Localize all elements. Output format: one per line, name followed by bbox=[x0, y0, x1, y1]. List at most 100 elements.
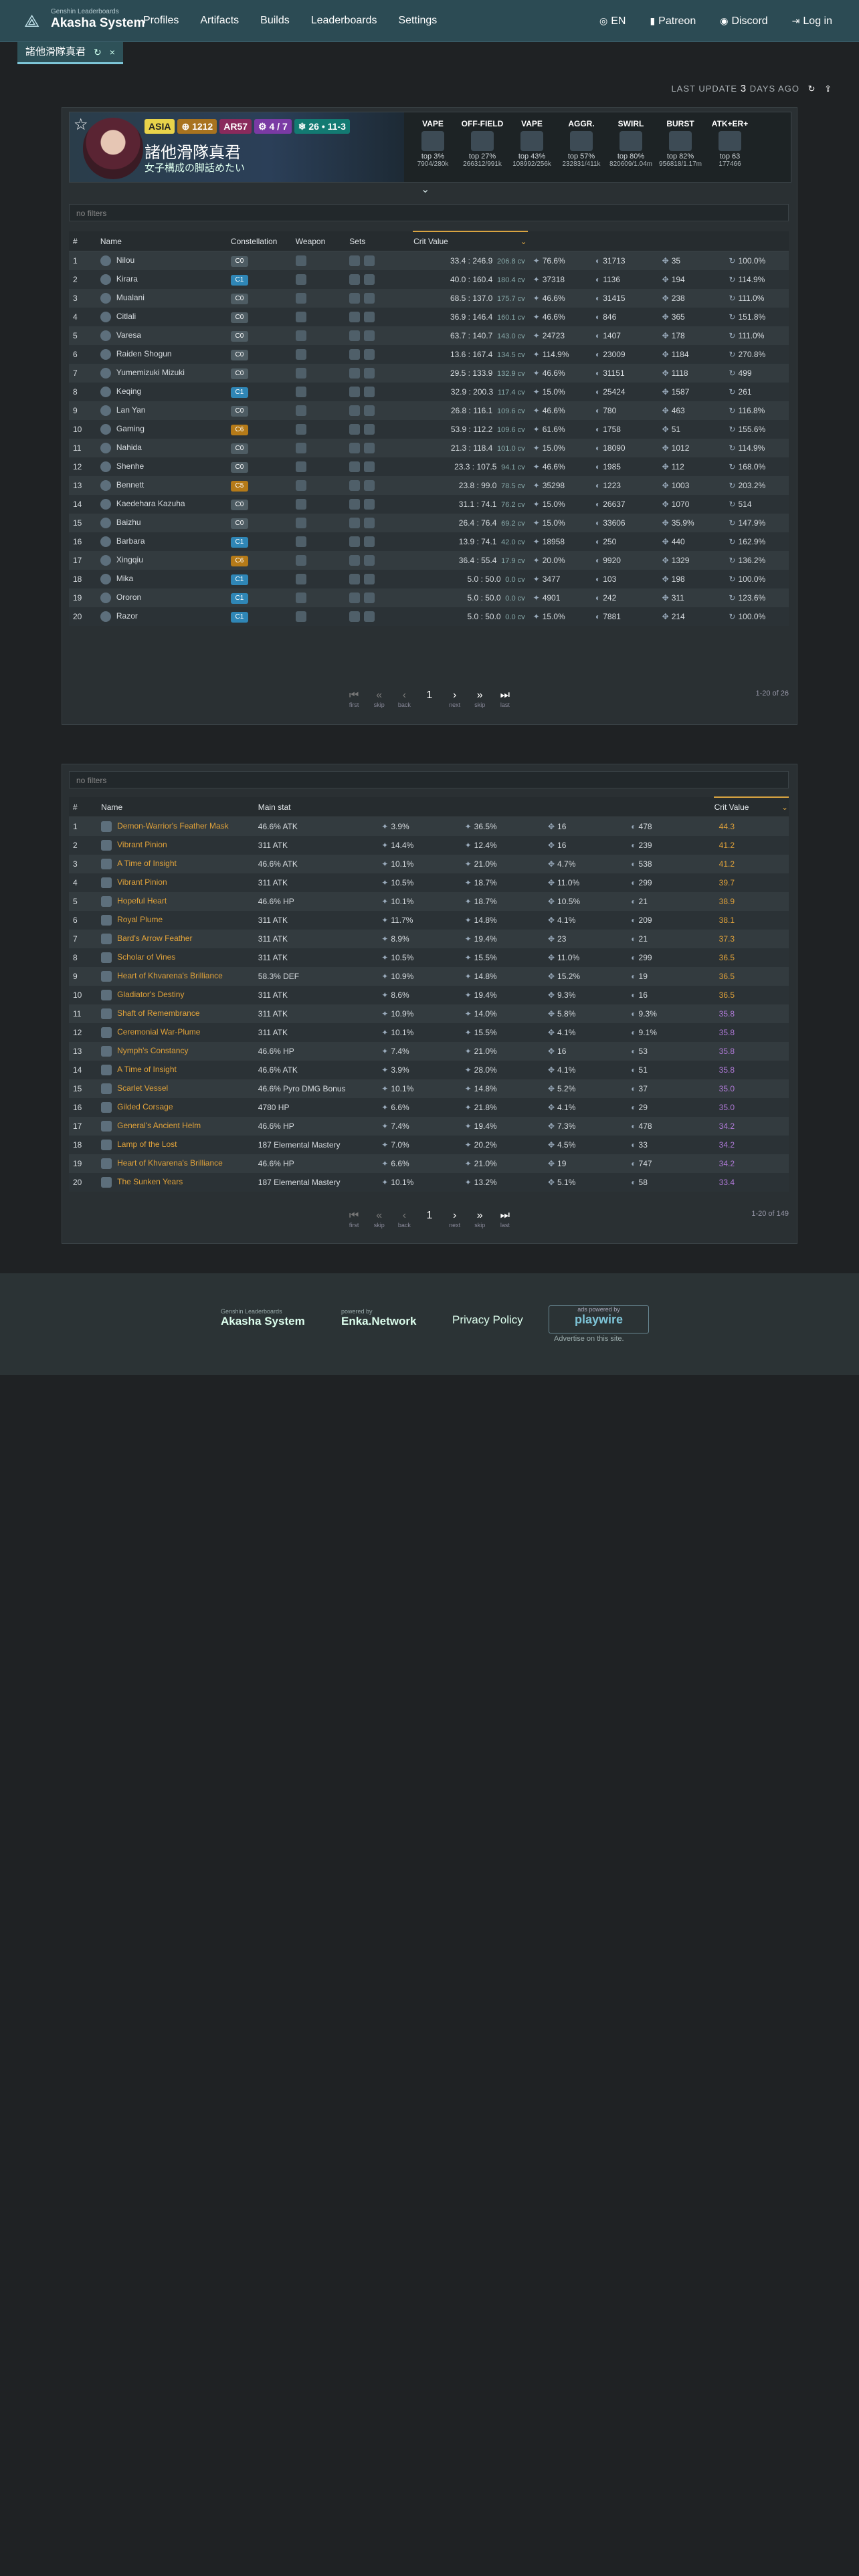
col-crit-value[interactable]: Crit Value ⌄ bbox=[413, 231, 528, 251]
col-name[interactable]: Name bbox=[100, 797, 258, 817]
table-row[interactable]: 9 Heart of Khvarena's Brilliance 58.3% DEF… bbox=[69, 967, 789, 986]
ranking-card[interactable]: VAPE top 43% 108992/256k bbox=[507, 112, 557, 182]
col-main-stat[interactable]: Main stat bbox=[257, 797, 381, 817]
ranking-strip[interactable]: VAPE top 3% 7904/280k OFF-FIELD top 27% 26631… bbox=[408, 112, 791, 182]
table-row[interactable]: 19 Heart of Khvarena's Brilliance 46.6% HP… bbox=[69, 1154, 789, 1173]
table-row[interactable]: 16 Gilded Corsage 4780 HP ✦ 6.6% ✦ 21.8% ✥ 4.1% ◐… bbox=[69, 1098, 789, 1117]
footer-enka-link[interactable]: powered by Enka.Network bbox=[341, 1308, 416, 1335]
ranking-card[interactable]: VAPE top 3% 7904/280k bbox=[408, 112, 458, 182]
refresh-icon[interactable]: ↻ bbox=[808, 84, 816, 94]
nav-settings[interactable]: Settings bbox=[398, 0, 437, 41]
artifact-name[interactable]: Gladiator's Destiny bbox=[117, 990, 184, 999]
table-row[interactable]: 1 Nilou C0 33.4 : 246.9 206.8 cv ✦ 76.6% ◐ 3171… bbox=[69, 251, 789, 270]
playwire-ad-box[interactable]: ads powered by playwire bbox=[549, 1305, 649, 1333]
table-row[interactable]: 12 Shenhe C0 23.3 : 107.5 94.1 cv ✦ 46.6% ◐ 198… bbox=[69, 457, 789, 476]
artifact-name[interactable]: Heart of Khvarena's Brilliance bbox=[117, 1158, 223, 1168]
table-row[interactable]: 1 Demon-Warrior's Feather Mask 46.6% ATK ✦ 3… bbox=[69, 817, 789, 836]
table-row[interactable]: 14 Kaedehara Kazuha C0 31.1 : 74.1 76.2 cv ✦… bbox=[69, 495, 789, 514]
table-row[interactable]: 10 Gladiator's Destiny 311 ATK ✦ 8.6% ✦ 19.4% ✥… bbox=[69, 986, 789, 1004]
col-crit-value[interactable]: Crit Value ⌄ bbox=[713, 796, 789, 817]
col-sub-1[interactable] bbox=[381, 797, 464, 817]
table-row[interactable]: 6 Raiden Shogun C0 13.6 : 167.4 134.5 cv ✦ 11… bbox=[69, 345, 789, 364]
table-row[interactable]: 11 Nahida C0 21.3 : 118.4 101.0 cv ✦ 15.0% ◐ 18… bbox=[69, 439, 789, 457]
col-sub-4[interactable] bbox=[630, 797, 714, 817]
ranking-card[interactable]: BURST top 82% 956818/1.17m bbox=[656, 112, 705, 182]
col-sub-2[interactable] bbox=[464, 797, 547, 817]
col-name[interactable]: Name bbox=[99, 231, 230, 251]
table-row[interactable]: 17 General's Ancient Helm 46.6% HP ✦ 7.4% ✦ 19… bbox=[69, 1117, 789, 1136]
first-page-button[interactable]: ⏮ first bbox=[343, 689, 365, 708]
ranking-card[interactable]: AGGR. top 57% 232831/411k bbox=[557, 112, 606, 182]
table-row[interactable]: 9 Lan Yan C0 26.8 : 116.1 109.6 cv ✦ 46.6% ◐ 78… bbox=[69, 401, 789, 420]
col-sets[interactable]: Sets bbox=[349, 231, 413, 251]
table-row[interactable]: 15 Scarlet Vessel 46.6% Pyro DMG Bonus ✦ 10.… bbox=[69, 1079, 789, 1098]
table-row[interactable]: 10 Gaming C6 53.9 : 112.2 109.6 cv ✦ 61.6% ◐ 17… bbox=[69, 420, 789, 439]
artifact-name[interactable]: Shaft of Remembrance bbox=[117, 1008, 199, 1018]
login-button[interactable]: ⇥ Log in bbox=[792, 0, 832, 41]
table-row[interactable]: 4 Vibrant Pinion 311 ATK ✦ 10.5% ✦ 18.7% ✥ 11.0%… bbox=[69, 873, 789, 892]
nav-leaderboards[interactable]: Leaderboards bbox=[311, 0, 377, 41]
nav-builds[interactable]: Builds bbox=[260, 0, 290, 41]
next-button[interactable]: › next bbox=[444, 689, 466, 708]
back-button[interactable]: ‹ back bbox=[393, 1210, 415, 1228]
table-row[interactable]: 17 Xingqiu C6 36.4 : 55.4 17.9 cv ✦ 20.0% ◐ 992… bbox=[69, 551, 789, 570]
nav-profiles[interactable]: Profiles bbox=[143, 0, 179, 41]
artifact-name[interactable]: Ceremonial War-Plume bbox=[117, 1027, 200, 1037]
table-row[interactable]: 11 Shaft of Remembrance 311 ATK ✦ 10.9% ✦ 14.0… bbox=[69, 1004, 789, 1023]
language-button[interactable]: ◎ EN bbox=[599, 0, 626, 41]
col-stat-4[interactable] bbox=[728, 231, 789, 251]
artifact-name[interactable]: Royal Plume bbox=[117, 915, 163, 924]
col-stat-1[interactable] bbox=[527, 231, 595, 251]
next-button[interactable]: › next bbox=[444, 1210, 466, 1228]
artifact-name[interactable]: Gilded Corsage bbox=[117, 1102, 173, 1111]
artifact-name[interactable]: A Time of Insight bbox=[117, 859, 177, 868]
table-row[interactable]: 15 Baizhu C0 26.4 : 76.4 69.2 cv ✦ 15.0% ◐ 3360… bbox=[69, 514, 789, 532]
back-button[interactable]: ‹ back bbox=[393, 689, 415, 708]
table-row[interactable]: 7 Yumemizuki Mizuki C0 29.5 : 133.9 132.9 c… bbox=[69, 364, 789, 383]
col-stat-2[interactable] bbox=[594, 231, 662, 251]
col-constellation[interactable]: Constellation bbox=[229, 231, 295, 251]
artifact-name[interactable]: Scholar of Vines bbox=[117, 952, 175, 962]
tab-profile[interactable]: 諸他滑隊真君 ↻ × bbox=[17, 42, 123, 64]
table-row[interactable]: 2 Vibrant Pinion 311 ATK ✦ 14.4% ✦ 12.4% ✥ 16 ◐ 23… bbox=[69, 836, 789, 855]
table-row[interactable]: 3 Mualani C0 68.5 : 137.0 175.7 cv ✦ 46.6% ◐ 31… bbox=[69, 289, 789, 308]
col-sub-3[interactable] bbox=[547, 797, 631, 817]
table-row[interactable]: 18 Mika C1 5.0 : 50.0 0.0 cv ✦ 3477 ◐ 103 ✥ 198 ↻ 1… bbox=[69, 570, 789, 588]
first-page-button[interactable]: ⏮ first bbox=[343, 1210, 365, 1228]
skip-back-button[interactable]: «skip bbox=[368, 1210, 391, 1228]
patreon-link[interactable]: ▮ Patreon bbox=[650, 0, 696, 41]
table-row[interactable]: 4 Citlali C0 36.9 : 146.4 160.1 cv ✦ 46.6% ◐ 84… bbox=[69, 308, 789, 326]
last-page-button[interactable]: ⏭ last bbox=[494, 1210, 516, 1228]
table-row[interactable]: 6 Royal Plume 311 ATK ✦ 11.7% ✦ 14.8% ✥ 4.1% ◐ 209… bbox=[69, 911, 789, 930]
table-row[interactable]: 20 Razor C1 5.0 : 50.0 0.0 cv ✦ 15.0% ◐ 7881 ✥ 21… bbox=[69, 607, 789, 626]
table-row[interactable]: 14 A Time of Insight 46.6% ATK ✦ 3.9% ✦ 28.0% ✥… bbox=[69, 1061, 789, 1079]
advertise-link[interactable]: Advertise on this site. bbox=[554, 1335, 624, 1343]
favorite-star-icon[interactable]: ☆ bbox=[74, 115, 88, 134]
footer-akasha-link[interactable]: Genshin Leaderboards Akasha System bbox=[221, 1308, 305, 1335]
nav-artifacts[interactable]: Artifacts bbox=[200, 0, 239, 41]
ranking-card[interactable]: SWIRL top 80% 820609/1.04m bbox=[606, 112, 656, 182]
table-row[interactable]: 19 Ororon C1 5.0 : 50.0 0.0 cv ✦ 4901 ◐ 242 ✥ 311… bbox=[69, 588, 789, 607]
skip-forward-button[interactable]: » skip bbox=[468, 1210, 491, 1228]
table-row[interactable]: 7 Bard's Arrow Feather 311 ATK ✦ 8.9% ✦ 19.4% ✥… bbox=[69, 930, 789, 948]
expand-chevron-icon[interactable]: ⌄ bbox=[421, 183, 430, 196]
table-row[interactable]: 18 Lamp of the Lost 187 Elemental Mastery ✦… bbox=[69, 1136, 789, 1154]
artifact-name[interactable]: A Time of Insight bbox=[117, 1065, 177, 1074]
artifact-name[interactable]: Heart of Khvarena's Brilliance bbox=[117, 971, 223, 980]
last-page-button[interactable]: ⏭ last bbox=[494, 689, 516, 708]
artifact-name[interactable]: Lamp of the Lost bbox=[117, 1140, 177, 1149]
ranking-card[interactable]: OFF-FIELD top 27% 266312/991k bbox=[458, 112, 507, 182]
discord-link[interactable]: ◉ Discord bbox=[720, 0, 767, 41]
artifact-name[interactable]: Bard's Arrow Feather bbox=[117, 934, 192, 943]
table-row[interactable]: 16 Barbara C1 13.9 : 74.1 42.0 cv ✦ 18958 ◐ 250… bbox=[69, 532, 789, 551]
artifact-name[interactable]: Nymph's Constancy bbox=[117, 1046, 188, 1055]
artifact-name[interactable]: Scarlet Vessel bbox=[117, 1083, 168, 1093]
skip-back-button[interactable]: «skip bbox=[368, 689, 391, 708]
table-row[interactable]: 20 The Sunken Years 187 Elemental Mastery ✦… bbox=[69, 1173, 789, 1192]
skip-forward-button[interactable]: » skip bbox=[468, 689, 491, 708]
table-row[interactable]: 5 Hopeful Heart 46.6% HP ✦ 10.1% ✦ 18.7% ✥ 10.5%… bbox=[69, 892, 789, 911]
col-weapon[interactable]: Weapon bbox=[294, 231, 349, 251]
table-row[interactable]: 8 Scholar of Vines 311 ATK ✦ 10.5% ✦ 15.5% ✥ 11.… bbox=[69, 948, 789, 967]
artifact-name[interactable]: Hopeful Heart bbox=[117, 896, 167, 905]
table-row[interactable]: 13 Nymph's Constancy 46.6% HP ✦ 7.4% ✦ 21.0% ✥ 1… bbox=[69, 1042, 789, 1061]
